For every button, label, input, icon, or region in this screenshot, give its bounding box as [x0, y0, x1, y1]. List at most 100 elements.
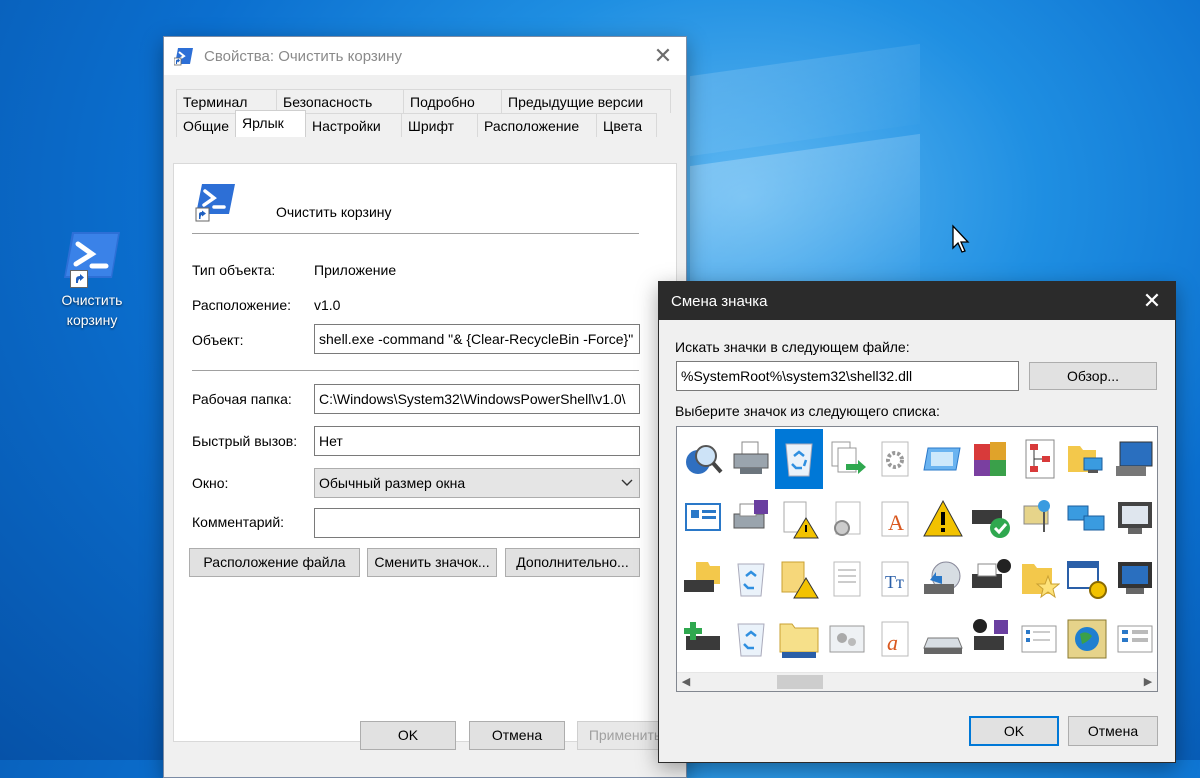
- shortcut-tab-panel: Очистить корзину Тип объекта: Приложение…: [173, 163, 677, 742]
- change-icon-titlebar[interactable]: Смена значка ✕: [659, 282, 1175, 320]
- list-window-icon[interactable]: [1111, 609, 1157, 669]
- close-button[interactable]: ✕: [640, 37, 686, 75]
- powershell-small-icon: [174, 48, 193, 66]
- folder-network-icon[interactable]: [775, 609, 823, 669]
- font-a-icon[interactable]: A: [871, 489, 919, 549]
- file-warning-icon[interactable]: [775, 489, 823, 549]
- font-a-orange-icon[interactable]: a: [871, 609, 919, 669]
- monitor-icon[interactable]: [1111, 489, 1157, 549]
- powershell-icon: [62, 226, 122, 288]
- properties-title: Свойства: Очистить корзину: [204, 47, 402, 65]
- tab-details[interactable]: Подробно: [403, 89, 502, 113]
- tab-previous-versions[interactable]: Предыдущие версии: [501, 89, 671, 113]
- icon-file-input[interactable]: %SystemRoot%\system32\shell32.dll: [676, 361, 1019, 391]
- recycle-bin-icon[interactable]: [727, 549, 775, 609]
- advanced-button[interactable]: Дополнительно...: [505, 548, 640, 577]
- change-icon-ok-button[interactable]: OK: [969, 716, 1059, 746]
- flowchart-icon[interactable]: [1015, 429, 1063, 489]
- separator: [192, 233, 639, 234]
- open-file-location-button[interactable]: Расположение файла: [189, 548, 360, 577]
- network-computers-icon[interactable]: [1063, 489, 1111, 549]
- printer-check-dark-icon[interactable]: [967, 549, 1015, 609]
- properties-dialog: Свойства: Очистить корзину ✕ Терминал Бе…: [163, 36, 687, 778]
- change-icon-button[interactable]: Сменить значок...: [367, 548, 497, 577]
- folder-warning-icon[interactable]: [775, 549, 823, 609]
- gear-document-icon[interactable]: [823, 489, 871, 549]
- object-type-label: Тип объекта:: [192, 262, 276, 278]
- close-icon: ✕: [1142, 288, 1162, 313]
- printer-icon[interactable]: [727, 429, 775, 489]
- drive-icon[interactable]: [919, 609, 967, 669]
- icon-list-label: Выберите значок из следующего списка:: [675, 403, 940, 419]
- tab-font[interactable]: Шрифт: [401, 113, 478, 137]
- svg-text:A: A: [888, 510, 904, 535]
- printer-disk-icon[interactable]: [727, 489, 775, 549]
- cd-drive-icon[interactable]: [919, 549, 967, 609]
- icon-list[interactable]: A Tт a ◀ ▶: [676, 426, 1158, 692]
- target-input[interactable]: shell.exe -command "& {Clear-RecycleBin …: [314, 324, 640, 354]
- computer-monitor-icon[interactable]: [1111, 429, 1157, 489]
- cancel-button[interactable]: Отмена: [469, 721, 565, 750]
- comment-input[interactable]: [314, 508, 640, 538]
- search-file-label: Искать значки в следующем файле:: [675, 339, 910, 355]
- svg-text:a: a: [887, 630, 898, 655]
- presentation-icon[interactable]: [679, 489, 727, 549]
- change-icon-cancel-button[interactable]: Отмена: [1068, 716, 1158, 746]
- folder-star-icon[interactable]: [1015, 549, 1063, 609]
- start-in-input[interactable]: C:\Windows\System32\WindowsPowerShell\v1…: [314, 384, 640, 414]
- font-tt-icon[interactable]: Tт: [871, 549, 919, 609]
- ok-button[interactable]: OK: [360, 721, 456, 750]
- tab-options[interactable]: Настройки: [305, 113, 402, 137]
- object-type-value: Приложение: [314, 262, 397, 278]
- properties-titlebar[interactable]: Свойства: Очистить корзину ✕: [164, 37, 686, 75]
- gear-file-icon[interactable]: [871, 429, 919, 489]
- mouse-cursor-icon: [952, 224, 970, 253]
- globe-frame-icon[interactable]: [1063, 609, 1111, 669]
- checklist-icon[interactable]: [1015, 609, 1063, 669]
- hotkey-input[interactable]: Нет: [314, 426, 640, 456]
- printer-check-icon[interactable]: [967, 489, 1015, 549]
- file-copy-arrow-icon[interactable]: [823, 429, 871, 489]
- recycle-bin-empty-icon[interactable]: [775, 429, 823, 489]
- close-button[interactable]: ✕: [1129, 282, 1175, 320]
- add-printer-icon[interactable]: [679, 609, 727, 669]
- chevron-down-icon: [621, 479, 633, 486]
- icon-list-scrollbar[interactable]: ◀ ▶: [677, 672, 1157, 691]
- svg-text:Tт: Tт: [885, 572, 904, 592]
- window-select[interactable]: Обычный размер окна: [314, 468, 640, 498]
- tab-shortcut[interactable]: Ярлык: [235, 110, 306, 137]
- network-folder-icon[interactable]: [1063, 429, 1111, 489]
- change-icon-dialog: Смена значка ✕ Искать значки в следующем…: [658, 281, 1176, 763]
- browse-button[interactable]: Обзор...: [1029, 362, 1157, 390]
- tab-general[interactable]: Общие: [176, 113, 236, 137]
- tab-layout[interactable]: Расположение: [477, 113, 597, 137]
- comment-label: Комментарий:: [192, 514, 285, 530]
- search-globe-icon[interactable]: [679, 429, 727, 489]
- printer-check-disk-icon[interactable]: [967, 609, 1015, 669]
- powershell-shortcut-icon: [195, 184, 235, 222]
- recycle-bin-full-icon[interactable]: [727, 609, 775, 669]
- scroll-left-icon[interactable]: ◀: [677, 673, 695, 691]
- scrollbar-thumb[interactable]: [777, 675, 823, 689]
- window-icon[interactable]: [919, 429, 967, 489]
- hotkey-label: Быстрый вызов:: [192, 433, 298, 449]
- text-document-icon[interactable]: [823, 549, 871, 609]
- scroll-right-icon[interactable]: ▶: [1139, 673, 1157, 691]
- window-label: Окно:: [192, 475, 229, 491]
- tab-colors[interactable]: Цвета: [596, 113, 657, 137]
- app-blocks-icon[interactable]: [967, 429, 1015, 489]
- change-icon-title: Смена значка: [671, 292, 768, 310]
- location-label: Расположение:: [192, 297, 292, 313]
- desktop-shortcut-label: Очистить корзину: [61, 292, 123, 328]
- location-value: v1.0: [314, 297, 341, 313]
- settings-panel-icon[interactable]: [823, 609, 871, 669]
- shortcut-arrow-icon: [70, 270, 88, 288]
- printer-folder-icon[interactable]: [679, 549, 727, 609]
- tabs-row-bottom: Общие Ярлык Настройки Шрифт Расположение…: [176, 110, 657, 140]
- desktop-shortcut-clear-recycle-bin[interactable]: Очистить корзину: [48, 226, 136, 330]
- target-label: Объект:: [192, 332, 244, 348]
- network-pin-icon[interactable]: [1015, 489, 1063, 549]
- warning-icon[interactable]: [919, 489, 967, 549]
- monitor-dark-icon[interactable]: [1111, 549, 1157, 609]
- calendar-gear-icon[interactable]: [1063, 549, 1111, 609]
